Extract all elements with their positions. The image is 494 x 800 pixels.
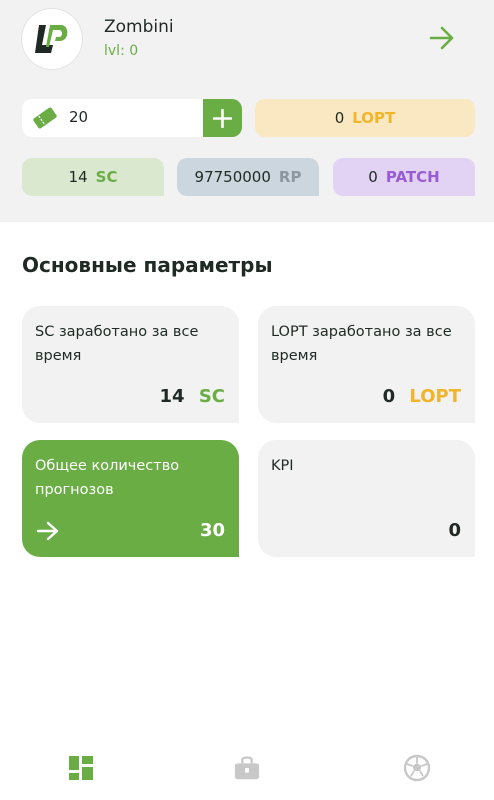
grid-icon[interactable]: [67, 754, 95, 782]
card-label: LOPT заработано за все время: [271, 324, 452, 364]
card-currency: LOPT: [409, 386, 461, 407]
username: Zombini: [104, 17, 174, 37]
lopt-currency: LOPT: [352, 109, 396, 127]
card-value: 0: [448, 520, 461, 541]
user-level: lvl: 0: [104, 43, 139, 59]
ticket-balance: 20: [22, 99, 203, 137]
lp-logo-icon: [35, 25, 68, 53]
rp-balance: 97750000 RP: [177, 158, 319, 196]
ticket-icon: [33, 107, 57, 129]
add-tickets-button[interactable]: [203, 99, 242, 137]
rp-currency: RP: [278, 168, 302, 186]
patch-currency: PATCH: [385, 168, 440, 186]
football-icon[interactable]: [403, 754, 431, 782]
lopt-earned-card: LOPT заработано за все время 0 LOPT: [258, 306, 475, 423]
lopt-balance-value: 0: [334, 109, 345, 127]
lopt-balance: 0 LOPT: [255, 99, 475, 137]
card-label: SC заработано за все время: [35, 324, 199, 364]
card-value-number: 14: [159, 386, 185, 407]
plus-icon: [213, 109, 232, 128]
sc-currency: SC: [95, 168, 118, 186]
card-value-number: 0: [382, 386, 396, 407]
sc-earned-card: SC заработано за все время 14 SC: [22, 306, 239, 423]
rp-balance-value: 97750000: [194, 168, 271, 186]
total-predictions-card[interactable]: Общее количество прогнозов 30: [22, 440, 239, 557]
card-currency: SC: [198, 386, 225, 407]
card-value: 0 LOPT: [383, 386, 461, 407]
card-label: Общее количество прогнозов: [35, 458, 180, 498]
patch-balance: 0 PATCH: [333, 158, 475, 196]
avatar[interactable]: [22, 9, 82, 69]
card-value: 14 SC: [159, 386, 225, 407]
header-panel: Zombini lvl: 0 20 0 LOPT 14 SC 97750000 …: [0, 0, 494, 222]
card-value: 30: [199, 520, 225, 541]
patch-balance-value: 0: [368, 168, 378, 186]
ticket-count: 20: [69, 108, 89, 126]
sc-balance-value: 14: [68, 168, 88, 186]
section-title: Основные параметры: [22, 253, 273, 277]
card-label: KPI: [271, 458, 294, 474]
bag-icon[interactable]: [233, 754, 261, 782]
arrow-right-icon[interactable]: [428, 25, 456, 51]
arrow-right-icon[interactable]: [36, 521, 60, 541]
sc-balance: 14 SC: [22, 158, 164, 196]
kpi-card: KPI 0: [258, 440, 475, 557]
